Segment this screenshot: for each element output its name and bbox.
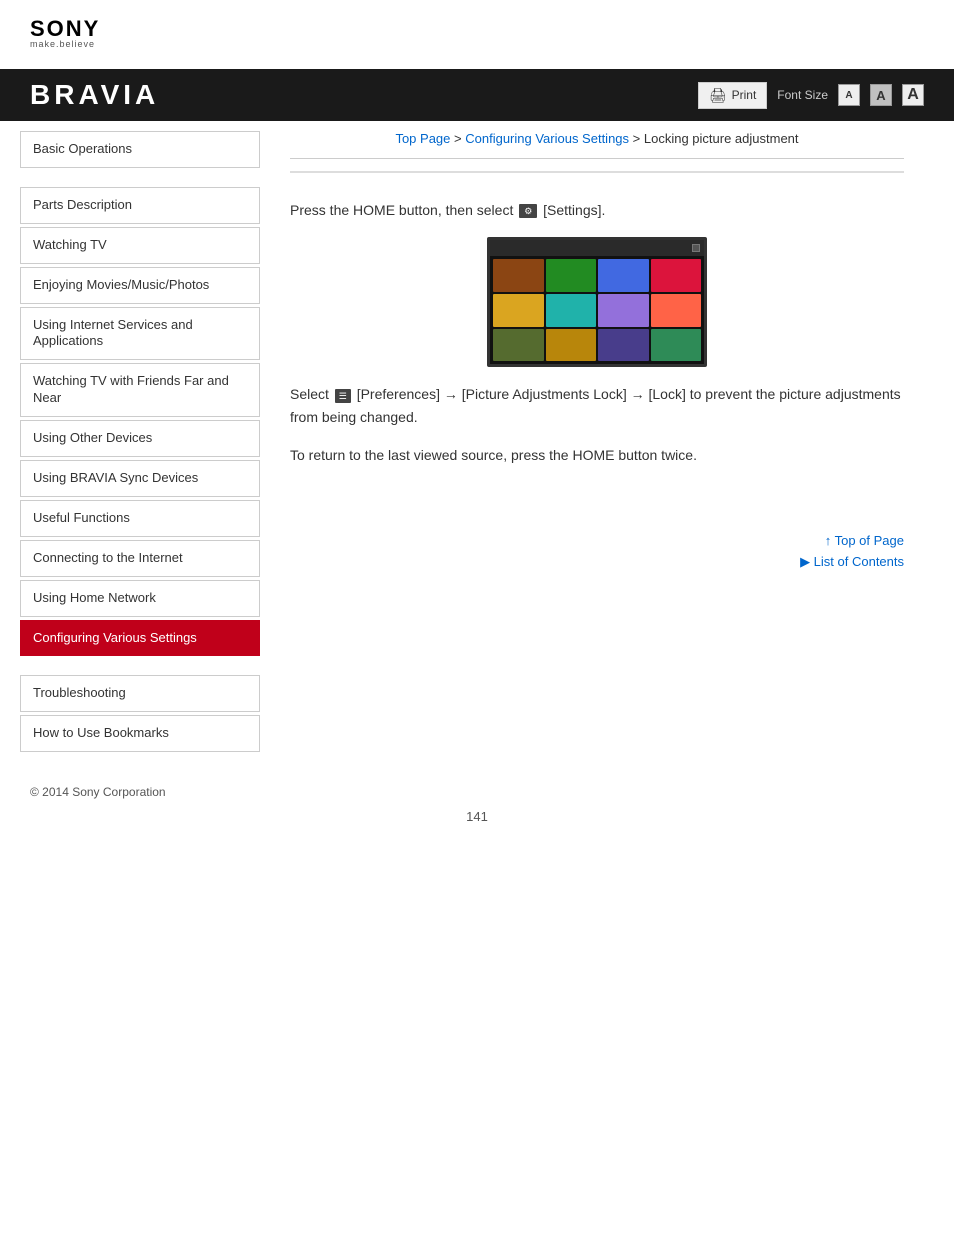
- sidebar-item-label: Parts Description: [33, 197, 132, 212]
- step2-text: Select ☰ [Preferences] → [Picture Adjust…: [290, 383, 904, 428]
- sidebar-item-home-network[interactable]: Using Home Network: [20, 580, 260, 617]
- sidebar-item-label: Using Home Network: [33, 590, 156, 605]
- tv-cell-9: [493, 329, 544, 362]
- tv-cell-6: [546, 294, 597, 327]
- content-divider-thick: [290, 171, 904, 173]
- settings-icon: ⚙: [519, 204, 537, 218]
- preferences-icon: ☰: [335, 389, 351, 403]
- sidebar-item-bookmarks[interactable]: How to Use Bookmarks: [20, 715, 260, 752]
- sidebar-item-label: Using Other Devices: [33, 430, 152, 445]
- sony-logo: SONY make.believe: [30, 18, 924, 49]
- sidebar-item-label: How to Use Bookmarks: [33, 725, 169, 740]
- sidebar-divider-2: [20, 659, 260, 675]
- breadcrumb-section-link[interactable]: Configuring Various Settings: [465, 131, 629, 146]
- breadcrumb-top-link[interactable]: Top Page: [395, 131, 450, 146]
- footer-links: Top of Page List of Contents: [290, 533, 904, 570]
- tv-cell-4: [651, 259, 702, 292]
- copyright-area: © 2014 Sony Corporation: [0, 765, 954, 799]
- tv-cell-8: [651, 294, 702, 327]
- sidebar-item-label: Watching TV: [33, 237, 107, 252]
- font-small-button[interactable]: A: [838, 84, 860, 106]
- sidebar: Basic Operations Parts Description Watch…: [20, 121, 260, 755]
- tv-indicator: [692, 244, 700, 252]
- sidebar-item-label: Watching TV with Friends Far and Near: [33, 373, 229, 405]
- sidebar-item-parts-description[interactable]: Parts Description: [20, 187, 260, 224]
- sidebar-item-bravia-sync[interactable]: Using BRAVIA Sync Devices: [20, 460, 260, 497]
- sidebar-item-internet-services[interactable]: Using Internet Services and Applications: [20, 307, 260, 361]
- breadcrumb-separator-1: >: [454, 131, 465, 146]
- sidebar-item-basic-operations[interactable]: Basic Operations: [20, 131, 260, 168]
- list-of-contents-link[interactable]: List of Contents: [290, 554, 904, 570]
- tv-cell-11: [598, 329, 649, 362]
- tv-top-bar: [490, 240, 704, 256]
- tv-screenshot-container: [290, 237, 904, 367]
- print-icon: 🖨: [709, 87, 727, 104]
- print-button[interactable]: 🖨 Print: [698, 82, 767, 109]
- sidebar-item-label: Using Internet Services and Applications: [33, 317, 193, 349]
- bravia-title: BRAVIA: [30, 79, 159, 111]
- sidebar-item-label: Using BRAVIA Sync Devices: [33, 470, 198, 485]
- sidebar-item-watching-tv[interactable]: Watching TV: [20, 227, 260, 264]
- breadcrumb-separator-2: >: [633, 131, 644, 146]
- sidebar-item-connecting-internet[interactable]: Connecting to the Internet: [20, 540, 260, 577]
- sidebar-item-enjoying-movies[interactable]: Enjoying Movies/Music/Photos: [20, 267, 260, 304]
- font-medium-button[interactable]: A: [870, 84, 892, 106]
- header-bar: BRAVIA 🖨 Print Font Size A A A: [0, 69, 954, 121]
- print-label: Print: [732, 88, 757, 102]
- tv-cell-3: [598, 259, 649, 292]
- step1-text: Press the HOME button, then select ⚙ [Se…: [290, 199, 904, 221]
- sidebar-item-label: Configuring Various Settings: [33, 630, 197, 645]
- sidebar-item-label: Enjoying Movies/Music/Photos: [33, 277, 209, 292]
- breadcrumb: Top Page > Configuring Various Settings …: [290, 131, 904, 146]
- sidebar-item-useful-functions[interactable]: Useful Functions: [20, 500, 260, 537]
- main-layout: Basic Operations Parts Description Watch…: [0, 121, 954, 755]
- top-of-page-link[interactable]: Top of Page: [290, 533, 904, 548]
- content-area: Top Page > Configuring Various Settings …: [260, 121, 934, 755]
- content-divider-top: [290, 158, 904, 159]
- sidebar-item-label: Troubleshooting: [33, 685, 126, 700]
- sidebar-divider-1: [20, 171, 260, 187]
- font-large-button[interactable]: A: [902, 84, 924, 106]
- header-controls: 🖨 Print Font Size A A A: [698, 82, 924, 109]
- tv-cell-7: [598, 294, 649, 327]
- sidebar-item-troubleshooting[interactable]: Troubleshooting: [20, 675, 260, 712]
- sidebar-item-configuring-settings[interactable]: Configuring Various Settings: [20, 620, 260, 657]
- page-number: 141: [0, 799, 954, 844]
- step3-text: To return to the last viewed source, pre…: [290, 444, 904, 466]
- tv-cell-12: [651, 329, 702, 362]
- sony-tagline: make.believe: [30, 40, 924, 49]
- sidebar-item-other-devices[interactable]: Using Other Devices: [20, 420, 260, 457]
- sidebar-item-label: Useful Functions: [33, 510, 130, 525]
- tv-cell-10: [546, 329, 597, 362]
- sidebar-item-watching-friends[interactable]: Watching TV with Friends Far and Near: [20, 363, 260, 417]
- sony-brand: SONY: [30, 18, 924, 40]
- tv-screenshot: [487, 237, 707, 367]
- copyright-text: © 2014 Sony Corporation: [30, 785, 166, 799]
- content-body: Press the HOME button, then select ⚙ [Se…: [290, 189, 904, 493]
- tv-cell-2: [546, 259, 597, 292]
- tv-grid: [490, 256, 704, 364]
- sidebar-item-label: Connecting to the Internet: [33, 550, 183, 565]
- breadcrumb-current: Locking picture adjustment: [644, 131, 799, 146]
- logo-area: SONY make.believe: [0, 0, 954, 59]
- font-size-label: Font Size: [777, 88, 828, 102]
- tv-cell-1: [493, 259, 544, 292]
- sidebar-item-label: Basic Operations: [33, 141, 132, 156]
- tv-cell-5: [493, 294, 544, 327]
